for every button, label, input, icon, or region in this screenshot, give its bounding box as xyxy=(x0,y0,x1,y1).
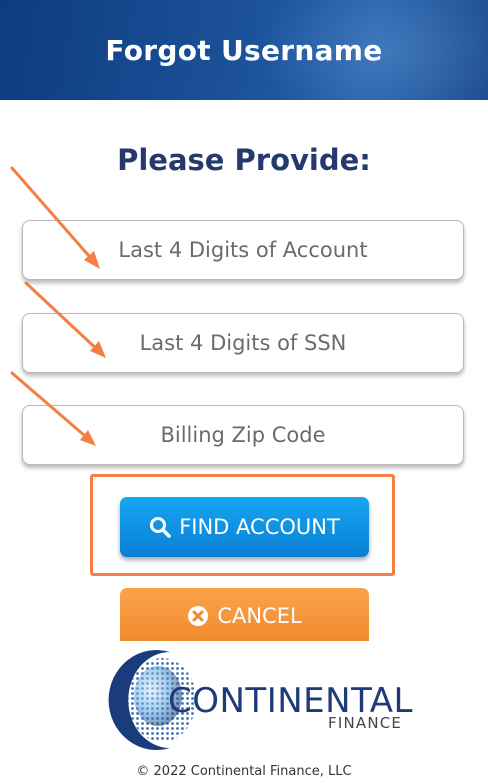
page-header: Forgot Username xyxy=(0,0,488,100)
account-digits-input[interactable] xyxy=(23,221,463,279)
copyright-text: © 2022 Continental Finance, LLC xyxy=(136,764,352,779)
form-heading: Please Provide: xyxy=(117,143,371,177)
account-digits-field[interactable] xyxy=(22,220,464,280)
ssn-digits-input[interactable] xyxy=(23,314,463,372)
zip-code-input[interactable] xyxy=(23,406,463,464)
zip-code-field[interactable] xyxy=(22,405,464,465)
find-account-label: FIND ACCOUNT xyxy=(179,515,340,539)
cancel-x-icon xyxy=(188,606,209,626)
cancel-label: CANCEL xyxy=(217,604,302,628)
find-account-button[interactable]: FIND ACCOUNT xyxy=(120,497,369,557)
search-icon xyxy=(150,517,172,538)
cancel-button[interactable]: CANCEL xyxy=(120,588,369,644)
logo-subtitle: FINANCE xyxy=(328,714,403,732)
page-title: Forgot Username xyxy=(105,34,383,67)
ssn-digits-field[interactable] xyxy=(22,313,464,373)
